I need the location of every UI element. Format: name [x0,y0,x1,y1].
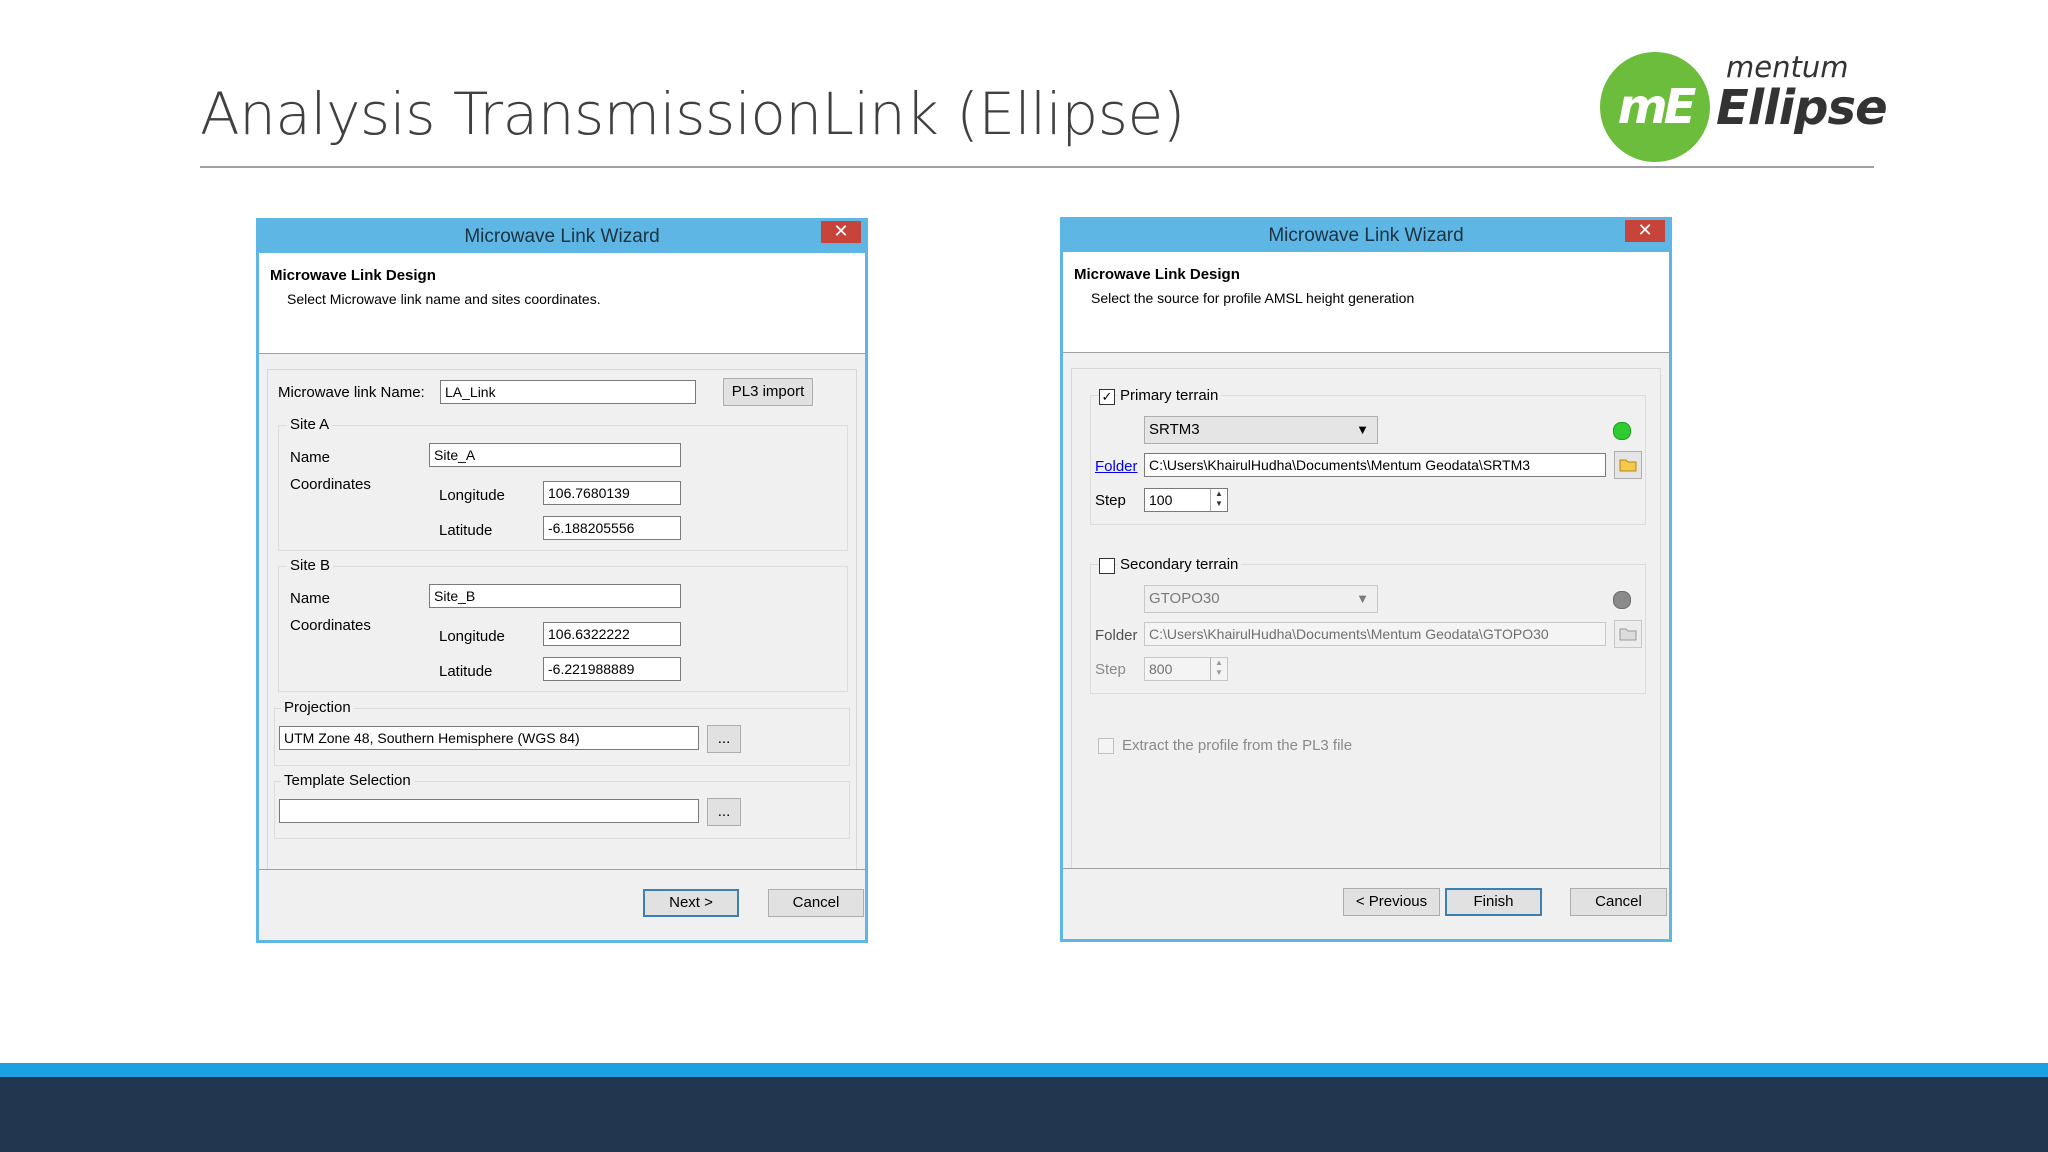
content-panel: Microwave link Name: LA_Link PL3 import … [267,369,857,871]
site-a-name-input[interactable]: Site_A [429,443,681,467]
secondary-source-value: GTOPO30 [1149,590,1220,607]
pl3-import-button[interactable]: PL3 import [723,378,813,406]
link-name-input[interactable]: LA_Link [440,380,696,404]
previous-button[interactable]: < Previous [1343,888,1440,916]
logo-brand-large: Ellipse [1716,80,1888,136]
site-a-coordinates-label: Coordinates [290,476,371,493]
next-button[interactable]: Next > [643,889,739,917]
site-b-longitude-input[interactable]: 106.6322222 [543,622,681,646]
projection-group: Projection UTM Zone 48, Southern Hemisph… [274,699,850,766]
site-a-longitude-label: Longitude [439,487,505,504]
secondary-terrain-checkbox[interactable] [1099,558,1115,574]
footer-accent-band [0,1063,2048,1077]
primary-terrain-checkbox[interactable]: ✓ [1099,389,1115,405]
primary-step-spinner[interactable]: ▲ ▼ [1210,489,1227,511]
template-legend: Template Selection [281,772,414,790]
primary-status-ok-icon [1613,422,1631,440]
wizard-dialog-link-design: Microwave Link Wizard ✕ Microwave Link D… [256,218,868,943]
dialog-footer: Next > Cancel [259,869,865,940]
secondary-source-select[interactable]: GTOPO30 ▼ [1144,585,1378,613]
footer-band [0,1077,2048,1152]
template-browse-button[interactable]: ... [707,798,741,826]
cancel-button[interactable]: Cancel [1570,888,1667,916]
dialog-title: Microwave Link Wizard [1268,225,1464,246]
primary-source-select[interactable]: SRTM3 ▼ [1144,416,1378,444]
site-a-latitude-label: Latitude [439,522,493,539]
primary-folder-input[interactable]: C:\Users\KhairulHudha\Documents\Mentum G… [1144,453,1606,477]
secondary-terrain-group: Secondary terrain GTOPO30 ▼ Folder C:\Us… [1090,556,1646,694]
projection-browse-button[interactable]: ... [707,725,741,753]
header-description: Select Microwave link name and sites coo… [287,291,601,307]
site-b-longitude-label: Longitude [439,628,505,645]
projection-input[interactable]: UTM Zone 48, Southern Hemisphere (WGS 84… [279,726,699,750]
cancel-button[interactable]: Cancel [768,889,864,917]
header-description: Select the source for profile AMSL heigh… [1091,290,1415,306]
secondary-folder-browse-button[interactable] [1614,620,1642,648]
primary-source-value: SRTM3 [1149,421,1200,438]
link-name-label: Microwave link Name: [278,384,425,401]
folder-icon [1619,459,1637,472]
secondary-status-off-icon [1613,591,1631,609]
header-title: Microwave Link Design [1074,266,1240,283]
primary-step-value: 100 [1149,492,1173,508]
wizard-dialog-terrain-source: Microwave Link Wizard ✕ Microwave Link D… [1060,217,1672,942]
dialog-footer: < Previous Finish Cancel [1063,868,1669,939]
close-button[interactable]: ✕ [1625,220,1665,242]
finish-button[interactable]: Finish [1445,888,1542,916]
extract-profile-label: Extract the profile from the PL3 file [1122,737,1353,754]
site-b-latitude-label: Latitude [439,663,493,680]
content-panel: ✓ Primary terrain SRTM3 ▼ Folder C:\User… [1071,368,1661,888]
site-a-latitude-input[interactable]: -6.188205556 [543,516,681,540]
secondary-step-input[interactable]: 800 ▲ ▼ [1144,657,1228,681]
site-b-group: Site B Name Site_B Coordinates Longitude… [278,557,848,692]
template-group: Template Selection ... [274,772,850,839]
logo-brand-small: mentum [1726,50,1849,84]
site-a-legend: Site A [287,416,333,434]
site-b-coordinates-label: Coordinates [290,617,371,634]
secondary-step-value: 800 [1149,661,1173,677]
site-a-name-label: Name [290,449,331,466]
secondary-step-label: Step [1095,661,1126,678]
slide-title: Analysis TransmissionLink (Ellipse) [200,80,1185,148]
site-a-longitude-input[interactable]: 106.7680139 [543,481,681,505]
secondary-step-spinner[interactable]: ▲ ▼ [1210,658,1227,680]
site-b-name-input[interactable]: Site_B [429,584,681,608]
site-a-group: Site A Name Site_A Coordinates Longitude… [278,416,848,551]
template-input[interactable] [279,799,699,823]
dialog-titlebar[interactable]: Microwave Link Wizard ✕ [259,221,865,253]
primary-terrain-group: ✓ Primary terrain SRTM3 ▼ Folder C:\User… [1090,387,1646,525]
dialog-title: Microwave Link Wizard [464,226,660,247]
primary-folder-browse-button[interactable] [1614,451,1642,479]
close-icon: ✕ [1637,220,1653,240]
dialog-header: Microwave Link Design Select Microwave l… [259,253,865,354]
primary-step-input[interactable]: 100 ▲ ▼ [1144,488,1228,512]
title-divider [200,166,1874,168]
secondary-folder-input[interactable]: C:\Users\KhairulHudha\Documents\Mentum G… [1144,622,1606,646]
secondary-folder-label: Folder [1095,627,1138,644]
folder-icon [1619,628,1637,641]
projection-legend: Projection [281,699,354,717]
check-icon: ✓ [1101,389,1113,404]
extract-profile-checkbox[interactable] [1098,738,1114,754]
dialog-titlebar[interactable]: Microwave Link Wizard ✕ [1063,220,1669,252]
mentum-ellipse-logo: mE mentum Ellipse [1600,50,1888,165]
close-icon: ✕ [833,221,849,241]
logo-mark-icon: mE [1600,52,1710,162]
dialog-header: Microwave Link Design Select the source … [1063,252,1669,353]
primary-step-label: Step [1095,492,1126,509]
site-b-latitude-input[interactable]: -6.221988889 [543,657,681,681]
chevron-down-icon: ▼ [1356,591,1369,606]
chevron-down-icon: ▼ [1356,422,1369,437]
site-b-legend: Site B [287,557,334,575]
primary-folder-link[interactable]: Folder [1095,458,1138,476]
close-button[interactable]: ✕ [821,221,861,243]
primary-terrain-label: Primary terrain [1117,387,1222,405]
site-b-name-label: Name [290,590,331,607]
secondary-terrain-label: Secondary terrain [1117,556,1242,574]
header-title: Microwave Link Design [270,267,436,284]
